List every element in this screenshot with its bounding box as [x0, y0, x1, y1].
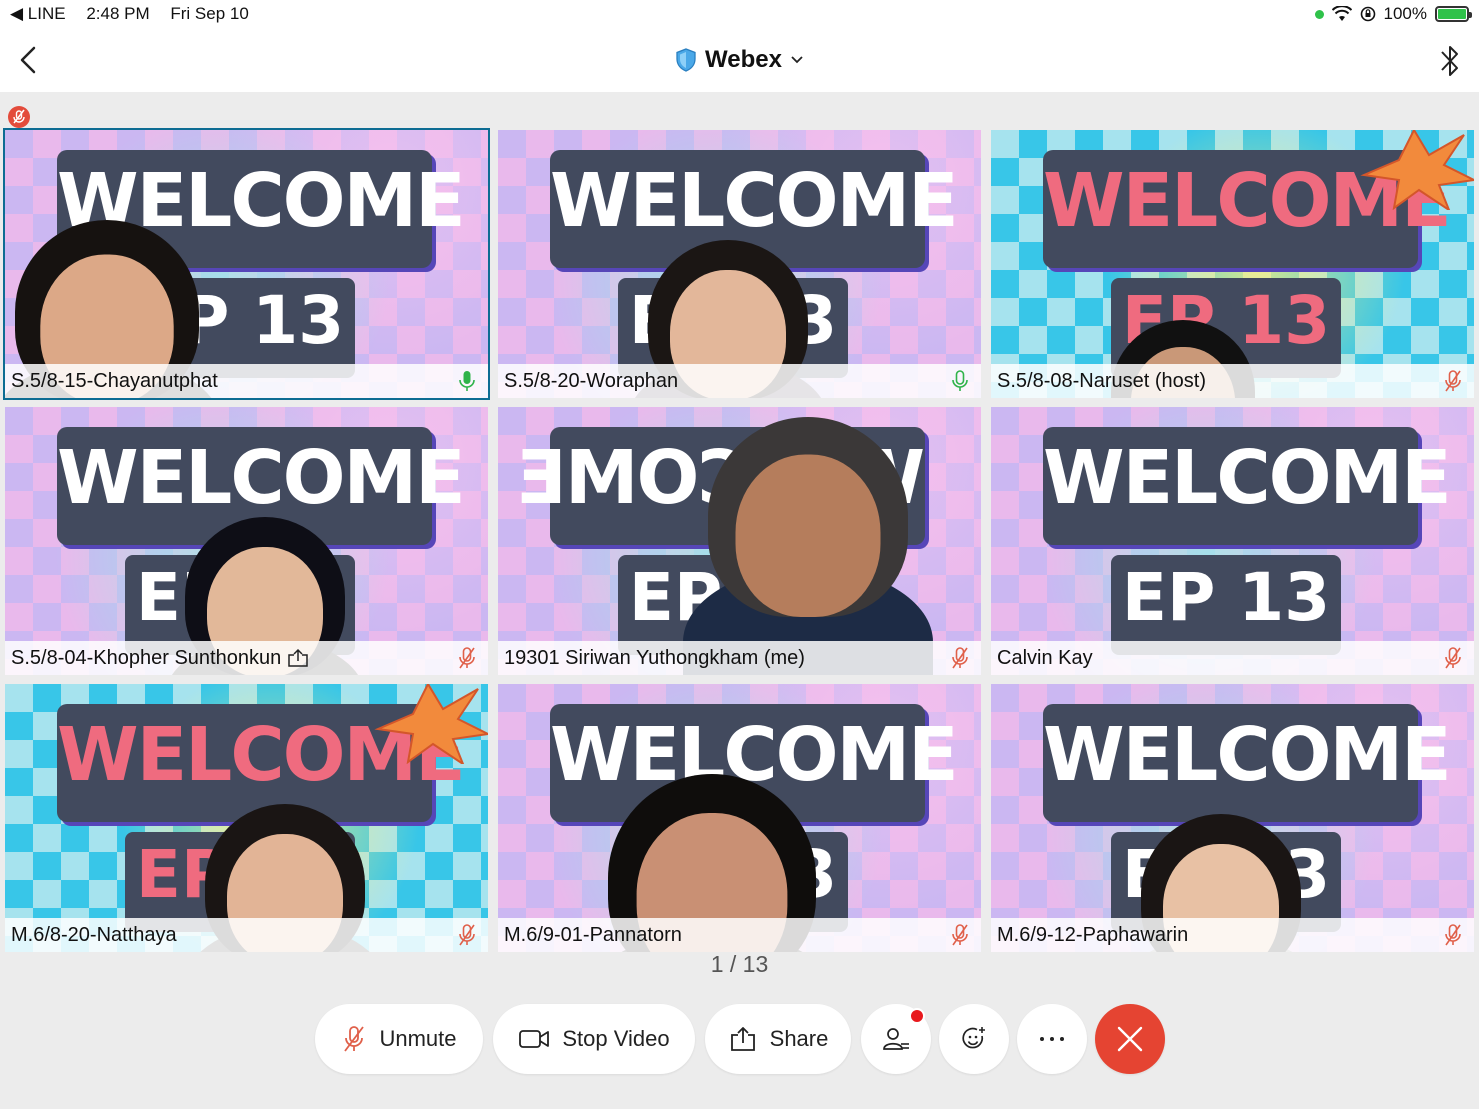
back-to-app-link[interactable]: ◀ LINE — [10, 4, 66, 23]
participant-tile[interactable]: WELCOMEEP 13M.6/9-01-Pannatorn — [496, 682, 983, 954]
starburst-decoration — [1360, 130, 1474, 210]
participant-name: S.5/8-04-Khopher Sunthonkun — [11, 646, 282, 669]
mic-speaking-icon — [459, 371, 475, 391]
mic-muted-icon — [952, 924, 968, 946]
share-label: Share — [769, 1026, 829, 1051]
episode-banner-text: EP 13 — [1121, 559, 1331, 636]
meeting-title-label: Webex — [705, 46, 782, 73]
mic-icon — [952, 370, 968, 391]
participants-button[interactable] — [861, 1004, 931, 1074]
participant-name-bar: S.5/8-08-Naruset (host) — [991, 364, 1474, 398]
participant-tile[interactable]: WELCOME EP 13 S.5/8-15-Chayanutphat — [3, 128, 490, 400]
welcome-banner-text: WELCOME — [1043, 712, 1452, 798]
unmute-label: Unmute — [379, 1026, 457, 1051]
welcome-banner-text: WELCOME — [550, 158, 959, 244]
participant-name: M.6/9-01-Pannatorn — [504, 923, 682, 946]
leave-meeting-button[interactable] — [1095, 1004, 1165, 1074]
video-camera-icon — [519, 1030, 550, 1048]
status-bar: ◀ LINE 2:48 PM Fri Sep 10 100% — [0, 0, 1479, 30]
nav-bar: Webex — [0, 30, 1479, 92]
participant-name-bar: M.6/8-20-Natthaya — [5, 918, 488, 952]
more-button[interactable] — [1017, 1004, 1087, 1074]
participant-tile[interactable]: WELCOME EP 13 S.5/8-08-Naruset (host) — [989, 128, 1476, 400]
episode-banner: EP 13 — [1111, 555, 1341, 655]
mic-muted-icon — [459, 924, 475, 946]
bluetooth-icon[interactable] — [1435, 42, 1465, 80]
reactions-button[interactable] — [939, 1004, 1009, 1074]
virtual-background: WELCOME EP 13 — [991, 407, 1474, 675]
participant-tile[interactable]: WELCOMEEP 13M.6/8-20-Natthaya — [3, 682, 490, 954]
share-icon — [730, 1027, 755, 1051]
participants-icon — [883, 1028, 909, 1050]
status-time: 2:48 PM — [86, 4, 150, 23]
stop-video-button[interactable]: Stop Video — [493, 1004, 695, 1074]
stop-video-label: Stop Video — [562, 1026, 670, 1051]
participant-name: Calvin Kay — [997, 646, 1093, 669]
chevron-down-icon — [791, 56, 803, 64]
participant-name-bar: S.5/8-04-Khopher Sunthonkun — [5, 641, 488, 675]
participant-tile[interactable]: WELCOMEEP 1319301 Siriwan Yuthongkham (m… — [496, 405, 983, 677]
close-icon — [1117, 1026, 1143, 1052]
participant-tile[interactable]: WELCOME EP 13 Calvin Kay — [989, 405, 1476, 677]
sharing-icon — [288, 648, 308, 667]
shield-icon — [676, 48, 696, 72]
participant-name: S.5/8-20-Woraphan — [504, 369, 679, 392]
welcome-banner: WELCOME — [1043, 704, 1452, 822]
meeting-title[interactable]: Webex — [0, 46, 1479, 74]
participant-name-bar: M.6/9-12-Paphawarin — [991, 918, 1474, 952]
notification-dot — [909, 1008, 925, 1024]
camera-in-use-indicator — [1314, 9, 1324, 19]
starburst-decoration — [374, 684, 488, 764]
participant-name: M.6/9-12-Paphawarin — [997, 923, 1189, 946]
meeting-controls: Unmute Stop Video Share — [0, 1004, 1479, 1074]
reactions-icon — [962, 1027, 985, 1049]
mic-muted-icon — [459, 647, 475, 669]
battery-icon — [1435, 6, 1472, 22]
participant-name-bar: 19301 Siriwan Yuthongkham (me) — [498, 641, 981, 675]
participant-name: S.5/8-08-Naruset (host) — [997, 369, 1206, 392]
status-date: Fri Sep 10 — [170, 4, 249, 23]
welcome-banner-text: WELCOME — [1043, 435, 1452, 521]
participant-tile[interactable]: WELCOMEEP 13S.5/8-04-Khopher Sunthonkun — [3, 405, 490, 677]
welcome-banner-text: WELCOME — [57, 435, 466, 521]
wifi-icon — [1331, 6, 1352, 21]
participant-name-bar: M.6/9-01-Pannatorn — [498, 918, 981, 952]
mic-muted-icon — [1445, 370, 1461, 392]
page-indicator: 1 / 13 — [710, 951, 769, 977]
self-muted-indicator — [8, 106, 30, 128]
participant-tile[interactable]: WELCOMEEP 13S.5/8-20-Woraphan — [496, 128, 983, 400]
participant-name-bar: Calvin Kay — [991, 641, 1474, 675]
mic-muted-icon — [952, 647, 968, 669]
mic-muted-icon — [1445, 924, 1461, 946]
participant-name-bar: S.5/8-15-Chayanutphat — [5, 364, 488, 398]
participant-name: 19301 Siriwan Yuthongkham (me) — [504, 646, 805, 669]
mic-muted-icon — [1445, 647, 1461, 669]
status-left: ◀ LINE 2:48 PM Fri Sep 10 — [10, 4, 265, 24]
mic-muted-icon — [344, 1026, 365, 1052]
participant-name: M.6/8-20-Natthaya — [11, 923, 177, 946]
more-icon — [1040, 1037, 1064, 1041]
participant-name: S.5/8-15-Chayanutphat — [11, 369, 218, 392]
participant-tile[interactable]: WELCOMEEP 13M.6/9-12-Paphawarin — [989, 682, 1476, 954]
video-grid: WELCOME EP 13 S.5/8-15-Chayanutphat WELCOME… — [3, 128, 1476, 954]
welcome-banner: WELCOME — [1043, 427, 1452, 545]
participant-name-bar: S.5/8-20-Woraphan — [498, 364, 981, 398]
share-button[interactable]: Share — [705, 1004, 851, 1074]
orientation-lock-icon — [1360, 6, 1375, 22]
unmute-button[interactable]: Unmute — [315, 1004, 483, 1074]
battery-percent: 100% — [1383, 4, 1427, 23]
status-right: 100% — [1314, 4, 1472, 24]
